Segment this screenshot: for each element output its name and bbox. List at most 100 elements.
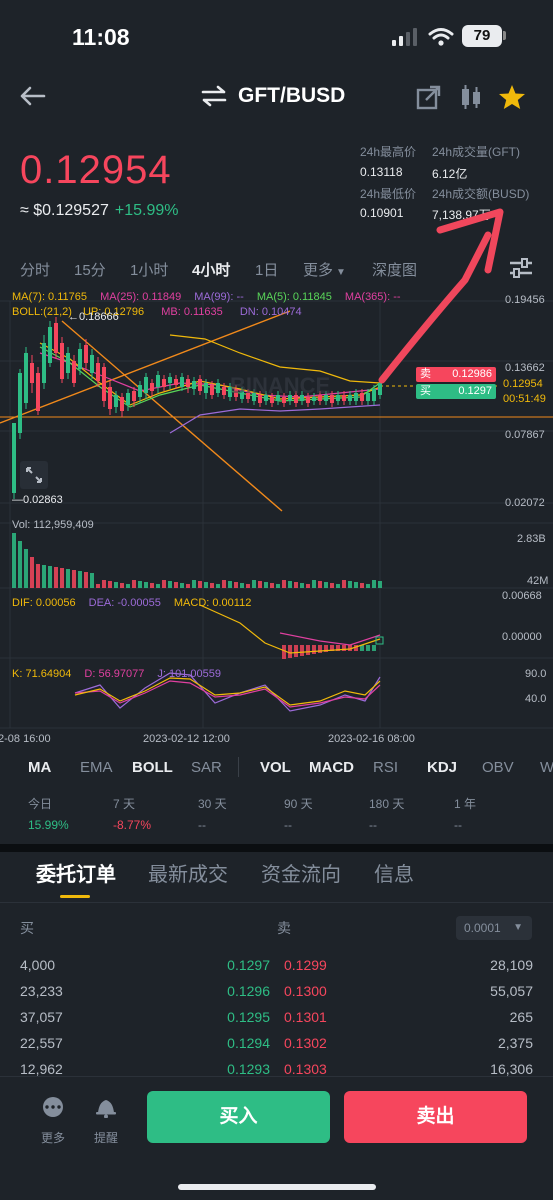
more-button[interactable]: 更多 [33, 1096, 73, 1146]
volume-bar [366, 584, 370, 588]
candle-body [126, 393, 130, 405]
volume-bar [258, 581, 262, 588]
perf-value: -- [454, 818, 462, 832]
volume-bar [192, 580, 196, 588]
candle-body [108, 387, 112, 409]
orderbook-row[interactable]: 22,557 0.1294 0.1302 2,375 [0, 1031, 553, 1057]
tab-latest-trades[interactable]: 最新成交 [148, 858, 228, 887]
tab-timeframe-1d[interactable]: 1日 [255, 259, 278, 280]
candle-body [330, 395, 334, 403]
indicator-ema[interactable]: EMA [80, 759, 113, 776]
pair-selector[interactable]: GFT/BUSD [200, 84, 345, 108]
favorite-star-icon[interactable] [498, 84, 526, 110]
tab-timeframe-more[interactable]: 更多 ▼ [303, 259, 346, 280]
section-divider [0, 844, 553, 852]
orderbook-row[interactable]: 37,057 0.1295 0.1301 265 [0, 1005, 553, 1031]
macd-histogram-bar [312, 645, 316, 654]
indicator-obv[interactable]: OBV [482, 759, 514, 776]
volume-bar [90, 573, 94, 588]
volume-bar [348, 581, 352, 588]
tab-info[interactable]: 信息 [374, 858, 414, 887]
candle-body [36, 373, 40, 411]
buy-button[interactable]: 买入 [147, 1091, 330, 1143]
candle-body [210, 385, 214, 395]
tab-timeframe-line[interactable]: 分时 [20, 259, 50, 280]
perf-label: 今日 [28, 797, 53, 811]
volume-bar [186, 584, 190, 588]
dea-line [279, 632, 381, 646]
volume-bar [162, 580, 166, 588]
change-percent: +15.99% [114, 202, 179, 219]
indicator-rsi[interactable]: RSI [373, 759, 398, 776]
candle-body [48, 327, 52, 363]
tab-timeframe-15m[interactable]: 15分 [74, 259, 106, 280]
orderbook-row[interactable]: 23,233 0.1296 0.1300 55,057 [0, 979, 553, 1005]
indicator-tabs: MA EMA BOLL SAR VOL MACD RSI KDJ OBV W [0, 757, 553, 781]
volume-axis-1: 2.83B [517, 533, 546, 545]
ma-legend: MA(7): 0.11765 MA(25): 0.11849 MA(99): -… [12, 291, 401, 303]
trendline-down [61, 320, 283, 512]
boll-legend: BOLL:(21,2) UP: 0.12796 MB: 0.11635 DN: … [12, 306, 302, 318]
volume-bar [324, 582, 328, 588]
volume-bar [150, 583, 154, 588]
more-label: 更多 [40, 1131, 65, 1145]
orderbook-row[interactable]: 4,000 0.1297 0.1299 28,109 [0, 953, 553, 979]
fullscreen-expand-icon[interactable] [20, 461, 48, 489]
volume-bar [180, 583, 184, 588]
sell-button[interactable]: 卖出 [344, 1091, 527, 1143]
tab-fund-flow[interactable]: 资金流向 [261, 858, 341, 887]
ask-quantity: 265 [509, 1009, 533, 1025]
indicator-ma[interactable]: MA [28, 759, 51, 776]
perf-value: -- [198, 818, 206, 832]
back-arrow-icon[interactable] [18, 84, 46, 108]
caret-down-icon: ▼ [336, 266, 346, 278]
candle-body [192, 381, 196, 389]
macd-histogram-bar [288, 645, 292, 658]
high-label: 24h最高价 [360, 145, 417, 159]
candle-countdown: 00:51:49 [503, 393, 546, 405]
macd-legend: DIF: 0.00056 DEA: -0.00055 MACD: 0.00112 [12, 597, 251, 609]
volume-bar [228, 581, 232, 588]
legend-boll-dn: DN: 0.10474 [239, 306, 302, 318]
legend-ma25: MA(25): 0.11849 [100, 291, 182, 303]
tab-timeframe-4h[interactable]: 4小时 [192, 259, 230, 280]
share-icon[interactable] [416, 84, 442, 110]
bid-price: 0.1295 [227, 1009, 270, 1025]
home-indicator[interactable] [178, 1184, 376, 1190]
macd-histogram-bar [342, 645, 346, 651]
perf-7d: 7 天 -8.77% [113, 795, 151, 832]
tab-open-orders[interactable]: 委托订单 [36, 858, 116, 887]
indicator-boll[interactable]: BOLL [132, 759, 173, 776]
chart-settings-icon[interactable] [508, 256, 534, 280]
boll-dn-line [169, 404, 381, 434]
legend-boll-mb: MB: 0.11635 [161, 306, 223, 318]
indicator-macd[interactable]: MACD [309, 759, 354, 776]
candle-body [144, 377, 148, 393]
tab-timeframe-1h[interactable]: 1小时 [130, 259, 168, 280]
candle-body [42, 343, 46, 383]
volume-bar [306, 584, 310, 588]
candlestick-icon[interactable] [458, 83, 484, 111]
volume-gft-label: 24h成交量(GFT) [432, 145, 521, 159]
ask-quantity: 16,306 [490, 1061, 533, 1077]
alert-button[interactable]: 提醒 [86, 1096, 126, 1146]
candle-body [354, 393, 358, 401]
pair-title: GFT/BUSD [238, 84, 346, 107]
volume-bar [174, 582, 178, 588]
perf-label: 180 天 [369, 797, 405, 811]
macd-histogram-bar [366, 645, 370, 651]
candle-body [204, 383, 208, 393]
kdj-axis-2: 40.0 [525, 693, 547, 705]
volume-bars-group [12, 533, 382, 588]
indicator-w[interactable]: W [540, 759, 553, 776]
ask-price: 0.1301 [284, 1009, 327, 1025]
indicator-sar[interactable]: SAR [191, 759, 222, 776]
candle-body [360, 393, 364, 401]
indicator-kdj[interactable]: KDJ [427, 759, 457, 776]
indicator-vol[interactable]: VOL [260, 759, 291, 776]
precision-selector[interactable]: 0.0001 ▼ [456, 916, 532, 940]
volume-bar [294, 582, 298, 588]
volume-bar [234, 582, 238, 588]
kdj-axis-1: 90.0 [525, 668, 547, 680]
ask-price: 0.1299 [284, 957, 327, 973]
